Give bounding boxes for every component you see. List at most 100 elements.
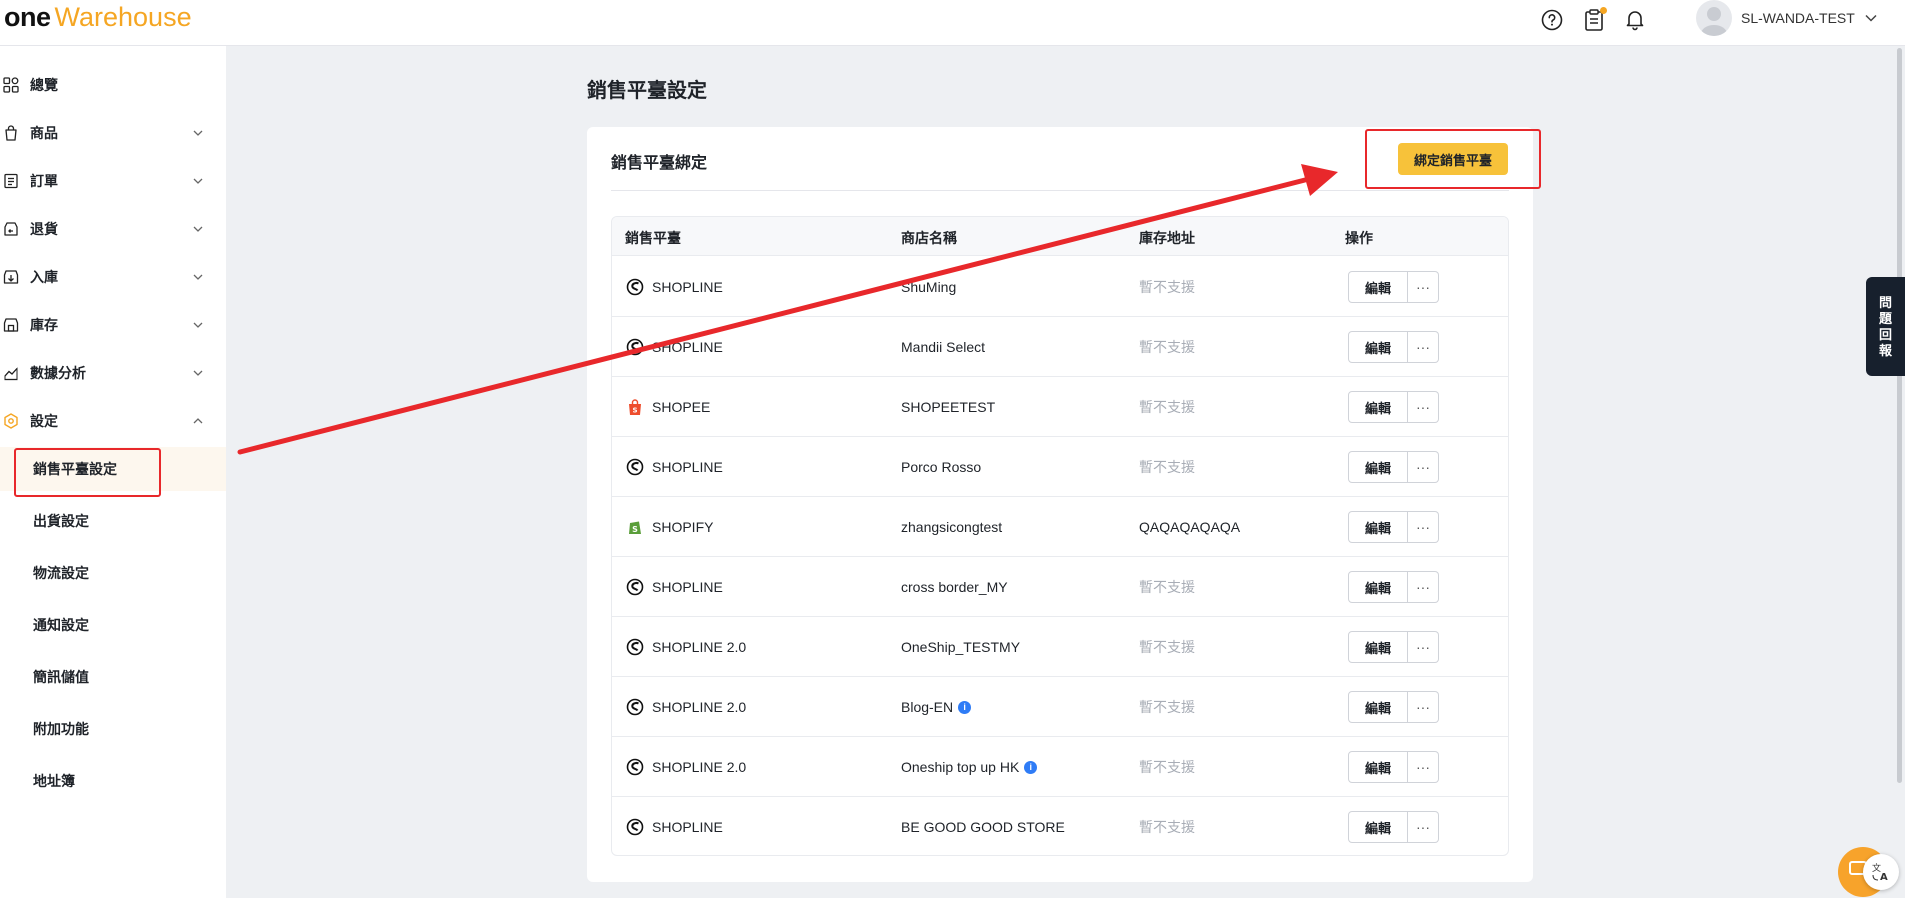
inventory-address: 暫不支援 <box>1139 639 1195 655</box>
chevron-down-icon <box>193 370 203 376</box>
platform-name: SHOPLINE <box>652 339 723 355</box>
sidebar-item-inbound[interactable]: 入庫 <box>0 257 226 297</box>
inventory-address: QAQAQAQAQA <box>1139 519 1241 535</box>
edit-button[interactable]: 編輯 <box>1348 511 1408 543</box>
store-name-cell: Porco Rosso <box>901 457 981 477</box>
translate-button[interactable]: 文A <box>1863 854 1899 890</box>
svg-text:A: A <box>1880 872 1888 883</box>
user-menu[interactable]: SL-WANDA-TEST <box>1696 0 1877 36</box>
row-actions: 編輯 ··· <box>1348 751 1439 783</box>
edit-button[interactable]: 編輯 <box>1348 271 1408 303</box>
store-name-cell: BE GOOD GOOD STORE <box>901 817 1065 837</box>
logo-one-text: one <box>4 2 51 32</box>
row-actions: 編輯 ··· <box>1348 511 1439 543</box>
more-options-button[interactable]: ··· <box>1408 691 1439 723</box>
platform-name: SHOPLINE <box>652 579 723 595</box>
table-row: SHOPLINE BE GOOD GOOD STORE 暫不支援 編輯 ··· <box>612 797 1508 855</box>
edit-button[interactable]: 編輯 <box>1348 331 1408 363</box>
sidebar-item-overview[interactable]: 總覽 <box>0 65 226 105</box>
edit-button[interactable]: 編輯 <box>1348 391 1408 423</box>
platform-name: SHOPLINE 2.0 <box>652 759 747 775</box>
logo-warehouse-text: Warehouse <box>54 2 192 32</box>
edit-button[interactable]: 編輯 <box>1348 751 1408 783</box>
shopline-icon <box>626 698 644 716</box>
info-icon[interactable]: i <box>958 700 972 714</box>
row-actions: 編輯 ··· <box>1348 691 1439 723</box>
analytics-chart-icon <box>3 365 19 381</box>
svg-text:S: S <box>632 407 637 415</box>
platform-table: 銷售平臺 商店名稱 庫存地址 操作 SHOPLINE ShuMing 暫不支援 編輯 ·… <box>611 216 1509 856</box>
more-options-button[interactable]: ··· <box>1408 511 1439 543</box>
sidebar-item-label: 商品 <box>30 125 58 141</box>
shopline-icon <box>626 338 644 356</box>
bell-icon[interactable] <box>1621 6 1649 34</box>
inventory-address: 暫不支援 <box>1139 699 1195 715</box>
sidebar-subitem-sms-topup[interactable]: 簡訊儲值 <box>0 655 226 699</box>
platform-name: SHOPLINE <box>652 819 723 835</box>
inventory-address: 暫不支援 <box>1139 279 1195 295</box>
edit-button[interactable]: 編輯 <box>1348 631 1408 663</box>
sidebar-subitem-notifications[interactable]: 通知設定 <box>0 603 226 647</box>
more-options-button[interactable]: ··· <box>1408 391 1439 423</box>
one-warehouse-logo[interactable]: one Warehouse <box>4 2 192 32</box>
store-name: OneShip_TESTMY <box>901 639 1021 655</box>
help-circle-icon[interactable] <box>1538 6 1566 34</box>
sidebar-subitem-shipping[interactable]: 出貨設定 <box>0 499 226 543</box>
row-actions: 編輯 ··· <box>1348 331 1439 363</box>
shopline-icon <box>626 638 644 656</box>
clipboard-icon[interactable] <box>1580 6 1608 34</box>
store-name-cell: ShuMing <box>901 277 956 297</box>
chevron-up-icon <box>193 418 203 424</box>
table-row: SHOPLINE cross border_MY 暫不支援 編輯 ··· <box>612 557 1508 617</box>
return-icon <box>3 221 19 237</box>
annotation-highlight-sidebar <box>14 448 161 497</box>
store-name: SHOPEETEST <box>901 399 996 415</box>
table-row: S SHOPEE SHOPEETEST 暫不支援 編輯 ··· <box>612 377 1508 437</box>
column-header-store-name: 商店名稱 <box>901 230 957 246</box>
sidebar-subitem-logistics[interactable]: 物流設定 <box>0 551 226 595</box>
sidebar-subitem-label: 通知設定 <box>33 617 89 633</box>
column-header-actions: 操作 <box>1345 230 1373 246</box>
sidebar-item-analytics[interactable]: 數據分析 <box>0 353 226 393</box>
more-options-button[interactable]: ··· <box>1408 331 1439 363</box>
more-options-button[interactable]: ··· <box>1408 271 1439 303</box>
overview-grid-icon <box>3 77 19 93</box>
edit-button[interactable]: 編輯 <box>1348 691 1408 723</box>
store-name: zhangsicongtest <box>901 519 1003 535</box>
info-icon[interactable]: i <box>1024 760 1038 774</box>
sidebar-item-products[interactable]: 商品 <box>0 113 226 153</box>
sidebar-item-settings[interactable]: 設定 <box>0 401 226 441</box>
chevron-down-icon <box>1865 9 1877 27</box>
sidebar-item-orders[interactable]: 訂單 <box>0 161 226 201</box>
store-name: cross border_MY <box>901 579 1008 595</box>
store-name-cell: Oneship top up HK i <box>901 757 1038 777</box>
inventory-address: 暫不支援 <box>1139 579 1195 595</box>
page-title: 銷售平臺設定 <box>587 80 707 102</box>
sidebar-subitem-addons[interactable]: 附加功能 <box>0 707 226 751</box>
more-options-button[interactable]: ··· <box>1408 451 1439 483</box>
more-options-button[interactable]: ··· <box>1408 751 1439 783</box>
more-options-button[interactable]: ··· <box>1408 571 1439 603</box>
edit-button[interactable]: 編輯 <box>1348 571 1408 603</box>
store-name-cell: zhangsicongtest <box>901 517 1002 537</box>
feedback-tab[interactable]: 問 題 回 報 <box>1866 277 1905 376</box>
store-name-cell: cross border_MY <box>901 577 1008 597</box>
sidebar-item-inventory[interactable]: 庫存 <box>0 305 226 345</box>
platform-name: SHOPLINE 2.0 <box>652 699 747 715</box>
sidebar-subitem-label: 地址簿 <box>33 773 75 789</box>
chevron-down-icon <box>193 178 203 184</box>
page-scrollbar[interactable] <box>1897 48 1902 783</box>
sidebar-subitem-label: 附加功能 <box>33 721 89 737</box>
sidebar-subitem-address-book[interactable]: 地址簿 <box>0 759 226 803</box>
edit-button[interactable]: 編輯 <box>1348 451 1408 483</box>
sidebar-subitem-label: 出貨設定 <box>33 513 89 529</box>
edit-button[interactable]: 編輯 <box>1348 811 1408 843</box>
more-options-button[interactable]: ··· <box>1408 811 1439 843</box>
more-options-button[interactable]: ··· <box>1408 631 1439 663</box>
table-row: SHOPLINE ShuMing 暫不支援 編輯 ··· <box>612 257 1508 317</box>
shopline-icon <box>626 578 644 596</box>
sidebar-item-returns[interactable]: 退貨 <box>0 209 226 249</box>
sidebar-subitem-label: 物流設定 <box>33 565 89 581</box>
row-actions: 編輯 ··· <box>1348 451 1439 483</box>
store-name: Blog-EN <box>901 699 954 715</box>
